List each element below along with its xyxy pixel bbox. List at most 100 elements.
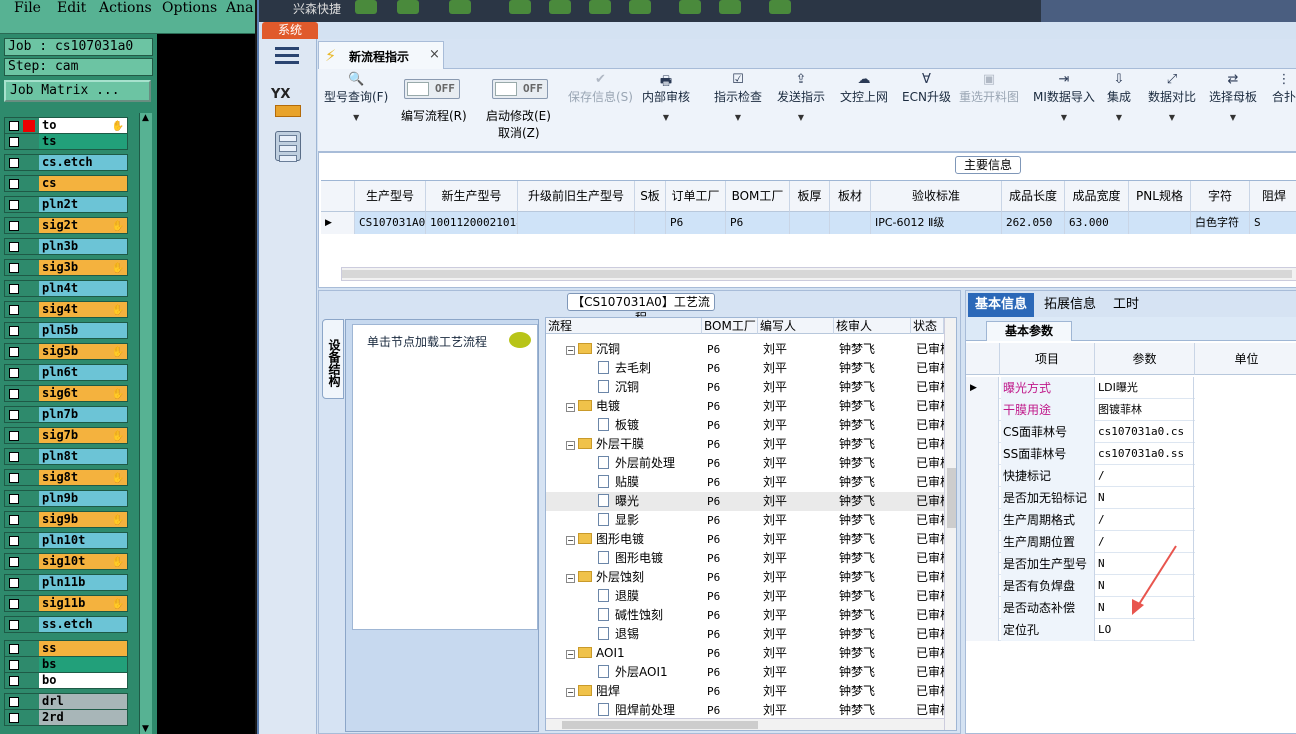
- grid-cell[interactable]: IPC-6012 Ⅱ级: [871, 212, 1002, 234]
- layer-row[interactable]: ss: [4, 640, 128, 657]
- param-value[interactable]: /: [1096, 465, 1194, 487]
- column-header[interactable]: 新生产型号: [426, 181, 518, 212]
- param-unit[interactable]: [1195, 575, 1296, 597]
- tree-row[interactable]: − 外层干膜 P6 刘平 钟梦飞 已审核: [546, 435, 944, 454]
- layer-row[interactable]: drl: [4, 693, 128, 710]
- layer-row[interactable]: pln5b: [4, 322, 128, 339]
- tree-row[interactable]: 图形电镀 P6 刘平 钟梦飞 已审核: [546, 549, 944, 568]
- ribbon-button[interactable]: ⇪ 发送指示 ▼: [777, 72, 825, 122]
- detail-tab[interactable]: 工时: [1106, 293, 1146, 317]
- layer-checkbox[interactable]: [9, 660, 19, 670]
- layer-row[interactable]: sig8t ✋: [4, 469, 128, 486]
- menu-ana[interactable]: Ana: [226, 0, 253, 16]
- param-row[interactable]: 是否加生产型号 N: [966, 553, 1296, 575]
- grid-cell[interactable]: [830, 212, 871, 234]
- column-header[interactable]: PNL规格: [1129, 181, 1191, 212]
- layer-row[interactable]: sig9b ✋: [4, 511, 128, 528]
- menu-actions[interactable]: Actions: [99, 0, 152, 16]
- tree-node[interactable]: − 电镀: [566, 397, 702, 416]
- tree-node[interactable]: 去毛刺: [598, 359, 702, 378]
- scroll-down-icon[interactable]: ▼: [142, 724, 149, 734]
- ribbon-button[interactable]: Ɐ ECN升级: [902, 72, 951, 105]
- grid-cell[interactable]: [635, 212, 666, 234]
- tree-node[interactable]: − 沉铜: [566, 340, 702, 359]
- user-icon[interactable]: [679, 0, 701, 14]
- yx-logo-icon[interactable]: YX: [271, 87, 303, 117]
- tree-node[interactable]: 阻焊前处理: [598, 701, 702, 720]
- main-grid-hscroll[interactable]: [341, 267, 1296, 281]
- param-column-header[interactable]: 参数: [1095, 343, 1195, 375]
- layer-row[interactable]: sig7b ✋: [4, 427, 128, 444]
- grid-cell[interactable]: 262.050: [1002, 212, 1065, 234]
- column-header[interactable]: 阻焊: [1250, 181, 1296, 212]
- layer-checkbox[interactable]: [9, 389, 19, 399]
- layer-checkbox[interactable]: [9, 263, 19, 273]
- column-header[interactable]: 成品宽度: [1065, 181, 1129, 212]
- tree-row[interactable]: 退锡 P6 刘平 钟梦飞 已审核: [546, 625, 944, 644]
- param-unit[interactable]: [1195, 421, 1296, 443]
- layer-checkbox[interactable]: [9, 676, 19, 686]
- layer-scrollbar[interactable]: ▲ ▼: [139, 113, 152, 734]
- tree-node[interactable]: − AOI1: [566, 644, 702, 663]
- tree-row[interactable]: − 外层蚀刻 P6 刘平 钟梦飞 已审核: [546, 568, 944, 587]
- layer-checkbox[interactable]: [9, 221, 19, 231]
- tree-node[interactable]: − 外层干膜: [566, 435, 702, 454]
- layer-row[interactable]: sig11b ✋: [4, 595, 128, 612]
- tree-node[interactable]: 板镀: [598, 416, 702, 435]
- tree-row[interactable]: 外层AOI1 P6 刘平 钟梦飞 已审核: [546, 663, 944, 682]
- grid-cell[interactable]: [790, 212, 830, 234]
- collapse-icon[interactable]: −: [566, 536, 575, 545]
- param-unit[interactable]: [1195, 597, 1296, 619]
- collapse-icon[interactable]: −: [566, 688, 575, 697]
- tree-row[interactable]: 退膜 P6 刘平 钟梦飞 已审核: [546, 587, 944, 606]
- tree-node[interactable]: − 外层蚀刻: [566, 568, 702, 587]
- tree-node[interactable]: 贴膜: [598, 473, 702, 492]
- layer-checkbox[interactable]: [9, 431, 19, 441]
- column-header[interactable]: 升级前旧生产型号: [518, 181, 635, 212]
- layer-row[interactable]: 2rd: [4, 709, 128, 726]
- layer-checkbox[interactable]: [9, 557, 19, 567]
- tree-row[interactable]: 外层前处理 P6 刘平 钟梦飞 已审核: [546, 454, 944, 473]
- tab-basic-params[interactable]: 基本参数: [986, 321, 1072, 341]
- layer-checkbox[interactable]: [9, 121, 19, 131]
- tree-row[interactable]: − AOI1 P6 刘平 钟梦飞 已审核: [546, 644, 944, 663]
- save-icon[interactable]: [549, 0, 571, 14]
- tree-column-header[interactable]: 核审人: [834, 318, 911, 334]
- node-area[interactable]: 单击节点加载工艺流程: [352, 324, 538, 630]
- ribbon-button[interactable]: ⇥ MI数据导入 ▼: [1033, 72, 1095, 122]
- param-row[interactable]: 生产周期格式 /: [966, 509, 1296, 531]
- layer-checkbox[interactable]: [9, 284, 19, 294]
- splitter[interactable]: [539, 319, 543, 732]
- layer-row[interactable]: pln4t: [4, 280, 128, 297]
- param-value[interactable]: /: [1096, 509, 1194, 531]
- column-header[interactable]: BOM工厂: [726, 181, 790, 212]
- tree-row[interactable]: 曝光 P6 刘平 钟梦飞 已审核: [546, 492, 944, 511]
- layer-checkbox[interactable]: [9, 179, 19, 189]
- tree-row[interactable]: 阻焊前处理 P6 刘平 钟梦飞 已审核: [546, 701, 944, 720]
- copy-icon[interactable]: [589, 0, 611, 14]
- param-value[interactable]: cs107031a0.cs: [1096, 421, 1194, 443]
- layer-row[interactable]: sig6t ✋: [4, 385, 128, 402]
- param-value[interactable]: N: [1096, 553, 1194, 575]
- grid-cell[interactable]: S: [1250, 212, 1296, 234]
- calculator-icon[interactable]: [275, 131, 301, 162]
- tree-vscroll[interactable]: [944, 318, 956, 730]
- dropdown-arrow-icon[interactable]: ▼: [777, 113, 825, 122]
- layer-checkbox[interactable]: [9, 200, 19, 210]
- tree-node[interactable]: 碱性蚀刻: [598, 606, 702, 625]
- layer-checkbox[interactable]: [9, 368, 19, 378]
- layer-checkbox[interactable]: [9, 410, 19, 420]
- layer-checkbox[interactable]: [9, 599, 19, 609]
- param-unit[interactable]: [1195, 377, 1296, 399]
- ribbon-button[interactable]: ⇄ 选择母板 ▼: [1209, 72, 1257, 122]
- column-header[interactable]: 成品长度: [1002, 181, 1065, 212]
- dropdown-arrow-icon[interactable]: ▼: [1033, 113, 1095, 122]
- grid-cell[interactable]: P6: [666, 212, 726, 234]
- layer-row[interactable]: bo: [4, 672, 128, 689]
- gear-icon[interactable]: [397, 0, 419, 14]
- detail-tab[interactable]: 基本信息: [968, 293, 1034, 317]
- tree-row[interactable]: 沉铜 P6 刘平 钟梦飞 已审核: [546, 378, 944, 397]
- param-row[interactable]: 是否有负焊盘 N: [966, 575, 1296, 597]
- layer-row[interactable]: sig5b ✋: [4, 343, 128, 360]
- layer-checkbox[interactable]: [9, 347, 19, 357]
